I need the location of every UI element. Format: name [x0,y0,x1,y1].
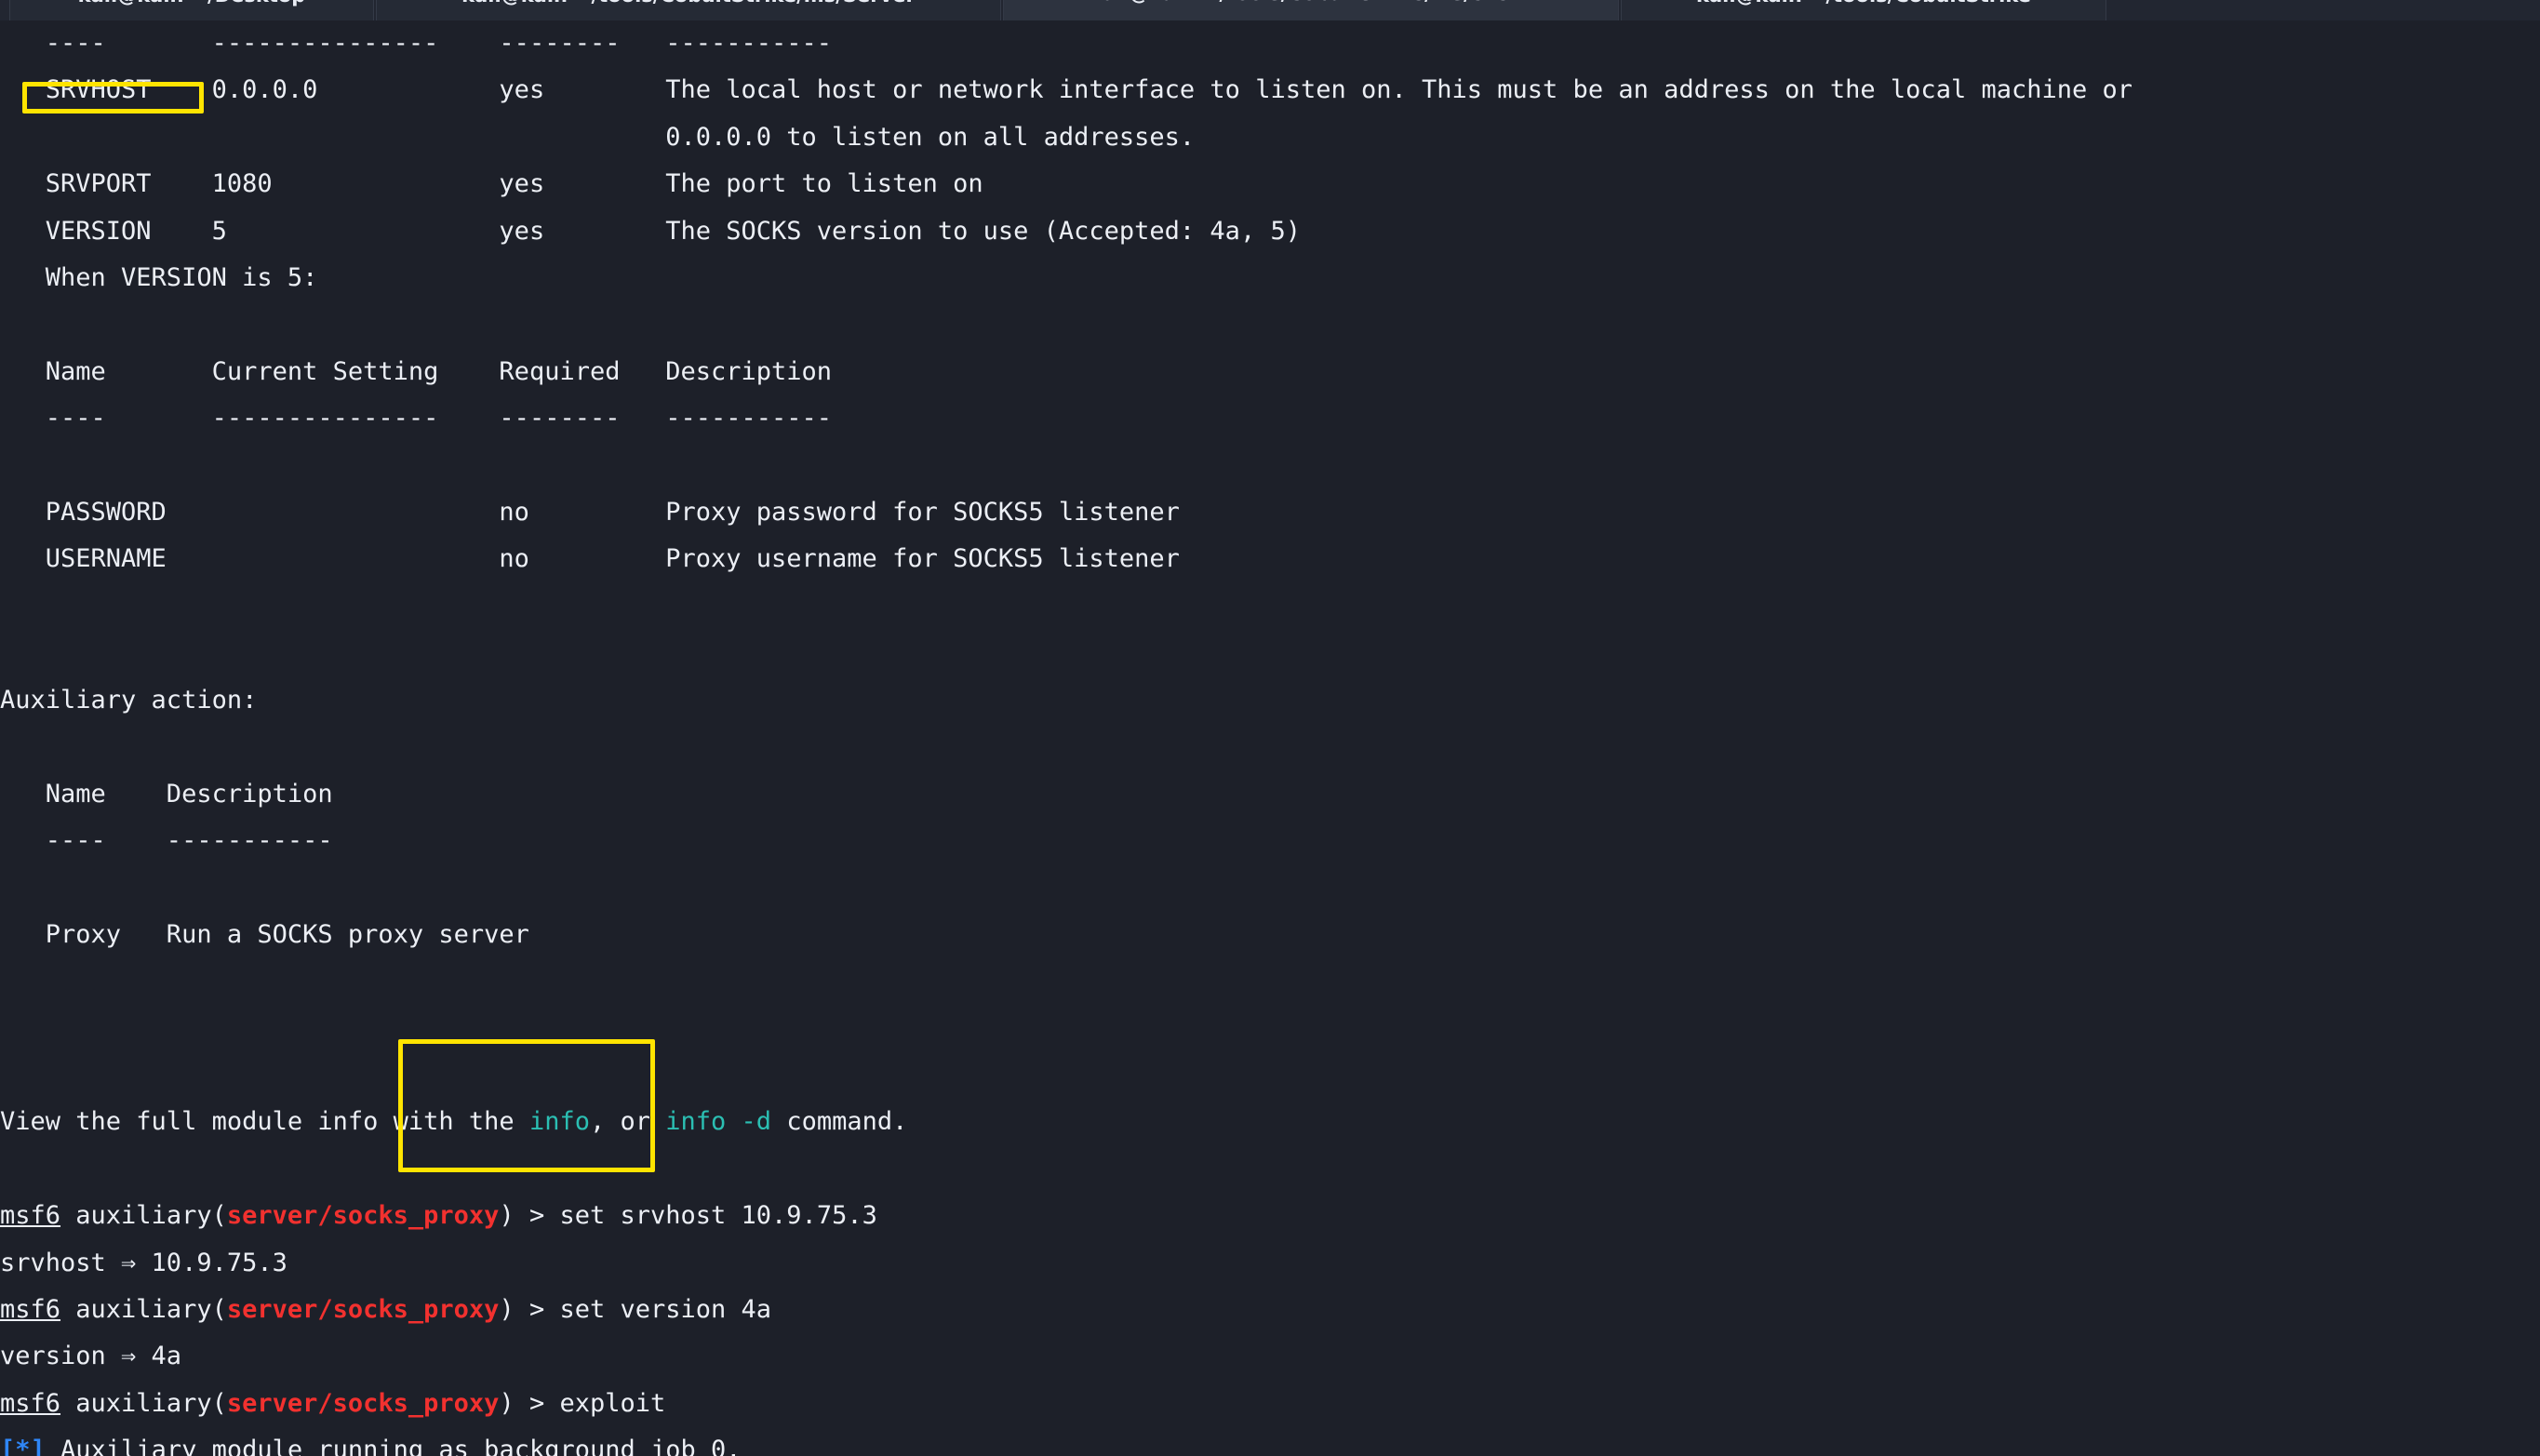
main-terminal[interactable]: ---- --------------- -------- ----------… [0,20,2540,1456]
tab-cobaltstrike-server[interactable]: kali@kali: ~/tools/CobaltStrike/ms/Serve… [376,0,1001,20]
terminal-scroll-content: ---- --------------- -------- ----------… [0,20,2540,1456]
screen-root: Trash File System Home ◂ ▦ 🗁 10.9 [0,0,2540,1456]
tab-cobaltstrike-client[interactable]: kali@kali: ~/tools/CobaltStrike/ms/clien… [1003,0,1619,20]
tab-cobaltstrike[interactable]: kali@kali: ~/tools/CobaltStrike [1621,0,2106,20]
terminal-output: ---- --------------- -------- ----------… [0,29,2133,1456]
terminal-tab-bar[interactable]: kali@kali: ~/Desktop kali@kali: ~/tools/… [0,0,2540,20]
tab-desktop[interactable]: kali@kali: ~/Desktop [9,0,374,20]
